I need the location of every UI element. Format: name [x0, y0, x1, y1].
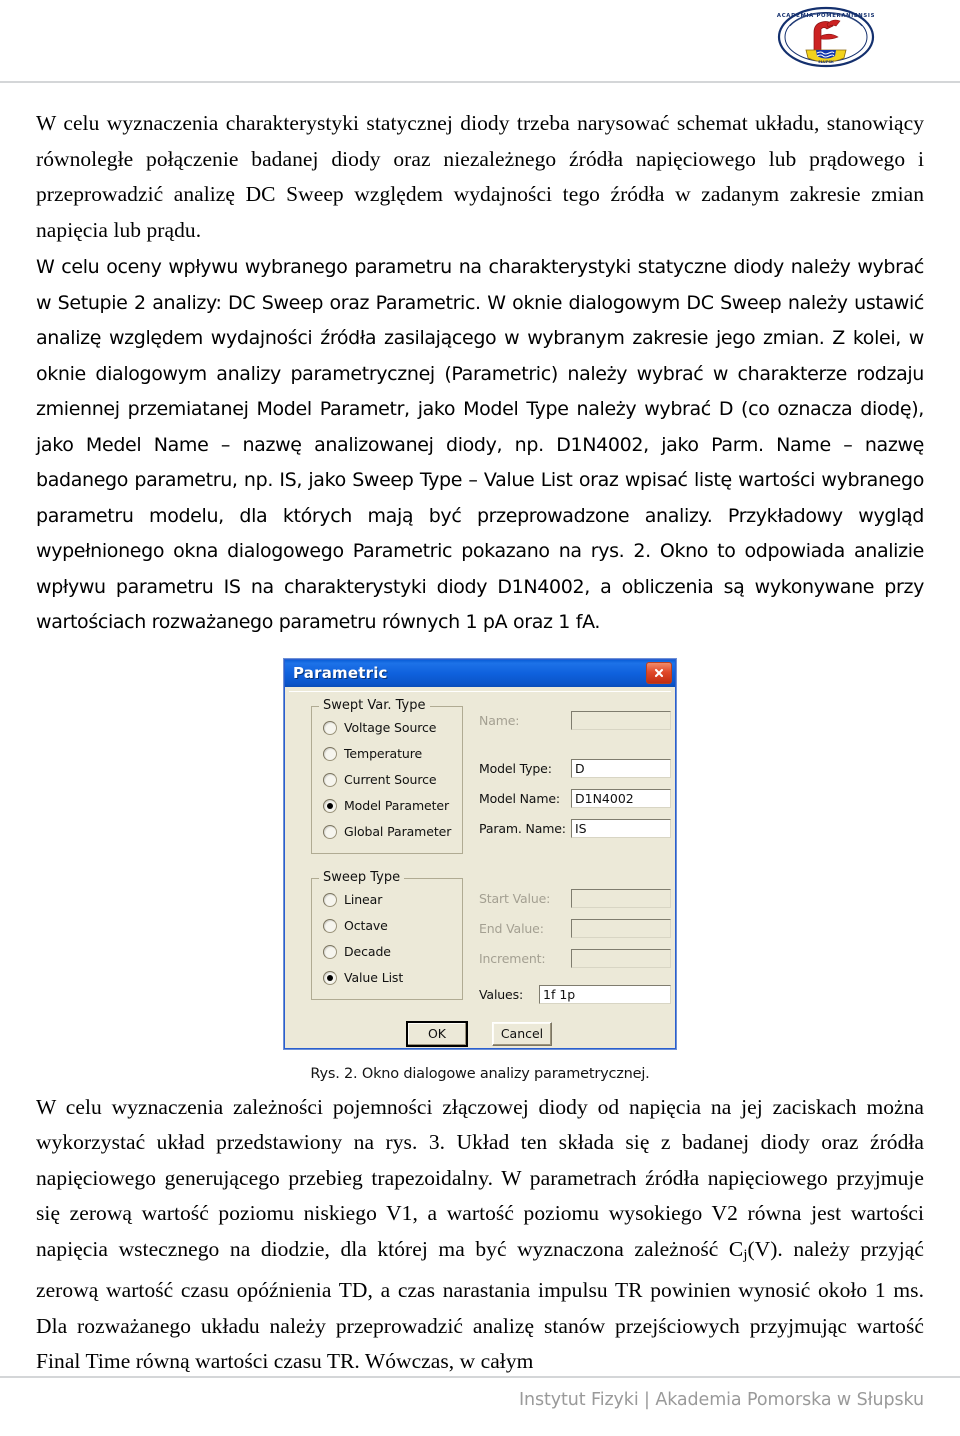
sweep-type-group: Sweep Type Linear Octave Decade Value Li… [311, 869, 463, 1000]
radio-model-parameter[interactable]: Model Parameter [312, 793, 462, 819]
swept-var-type-legend: Swept Var. Type [319, 697, 430, 713]
paragraph-3: W celu wyznaczenia zależności pojemności… [36, 1090, 924, 1380]
field-row-start-value: Start Value: [479, 888, 671, 909]
field-row-increment: Increment: [479, 948, 671, 969]
paragraph-2: W celu oceny wpływu wybranego parametru … [36, 256, 924, 633]
dialog-title: Parametric [293, 664, 388, 682]
radio-label: Octave [344, 918, 388, 933]
footer-divider [0, 1376, 960, 1378]
paragraph-1: W celu wyznaczenia charakterystyki staty… [36, 111, 924, 242]
param-name-input[interactable]: IS [571, 818, 671, 838]
page-footer: Instytut Fizyki | Akademia Pomorska w Sł… [0, 1376, 960, 1436]
model-type-input[interactable]: D [571, 758, 671, 778]
model-name-input[interactable]: D1N4002 [571, 788, 671, 808]
dialog-button-bar: OK Cancel [406, 1020, 552, 1047]
figure-caption: Rys. 2. Okno dialogowe analizy parametry… [310, 1065, 650, 1082]
name-input[interactable] [571, 710, 671, 730]
radio-icon [323, 892, 337, 907]
start-value-label: Start Value: [479, 890, 551, 906]
close-icon[interactable] [646, 662, 672, 684]
model-type-label: Model Type: [479, 760, 552, 776]
values-input[interactable]: 1f 1p [539, 984, 671, 1004]
dialog-titlebar: Parametric [285, 659, 675, 687]
model-name-label: Model Name: [479, 790, 560, 806]
radio-icon [323, 720, 337, 735]
radio-label: Decade [344, 944, 391, 959]
cancel-button[interactable]: Cancel [492, 1021, 552, 1046]
radio-icon [323, 944, 337, 959]
increment-label: Increment: [479, 950, 546, 966]
radio-label: Voltage Source [344, 720, 437, 735]
radio-label: Value List [344, 970, 404, 985]
radio-icon [323, 918, 337, 933]
radio-icon [323, 772, 337, 787]
svg-text:SLUPSK: SLUPSK [818, 60, 834, 64]
end-value-label: End Value: [479, 920, 544, 936]
swept-var-type-group: Swept Var. Type Voltage Source Temperatu… [311, 697, 463, 854]
page-header: ACADEMIA POMERANIENSIS SLUPSK [0, 0, 960, 86]
field-row-end-value: End Value: [479, 918, 671, 939]
dialog-body: Swept Var. Type Voltage Source Temperatu… [289, 690, 671, 1047]
values-label: Values: [479, 986, 524, 1002]
name-label: Name: [479, 712, 520, 728]
radio-label: Model Parameter [344, 798, 450, 813]
svg-text:ACADEMIA POMERANIENSIS: ACADEMIA POMERANIENSIS [777, 13, 875, 19]
close-x-glyph [654, 668, 664, 678]
university-logo: ACADEMIA POMERANIENSIS SLUPSK [770, 6, 882, 68]
start-value-input[interactable] [571, 888, 671, 908]
radio-decade[interactable]: Decade [312, 939, 462, 965]
field-row-model-type: Model Type: D [479, 758, 671, 779]
radio-icon [323, 798, 337, 813]
radio-voltage-source[interactable]: Voltage Source [312, 715, 462, 741]
radio-label: Global Parameter [344, 824, 452, 839]
end-value-input[interactable] [571, 918, 671, 938]
radio-temperature[interactable]: Temperature [312, 741, 462, 767]
radio-current-source[interactable]: Current Source [312, 767, 462, 793]
figure-2: Parametric Swept Var. Type Voltage Sourc… [36, 658, 924, 1082]
radio-label: Temperature [344, 746, 423, 761]
radio-icon [323, 824, 337, 839]
radio-value-list[interactable]: Value List [312, 965, 462, 991]
radio-octave[interactable]: Octave [312, 913, 462, 939]
radio-label: Current Source [344, 772, 437, 787]
param-name-label: Param. Name: [479, 820, 566, 836]
radio-label: Linear [344, 892, 383, 907]
radio-icon [323, 746, 337, 761]
radio-global-parameter[interactable]: Global Parameter [312, 819, 462, 845]
field-row-model-name: Model Name: D1N4002 [479, 788, 671, 809]
field-row-values: Values: 1f 1p [479, 984, 671, 1005]
ok-button[interactable]: OK [406, 1020, 468, 1047]
academia-pomeraniensis-crest-icon: ACADEMIA POMERANIENSIS SLUPSK [777, 6, 875, 68]
field-row-name: Name: [479, 710, 671, 731]
sweep-type-legend: Sweep Type [319, 869, 405, 885]
parametric-dialog: Parametric Swept Var. Type Voltage Sourc… [284, 658, 676, 1049]
document-content: W celu wyznaczenia charakterystyki staty… [36, 106, 924, 1382]
footer-institution-text: Instytut Fizyki | Akademia Pomorska w Sł… [518, 1390, 924, 1410]
increment-input[interactable] [571, 948, 671, 968]
radio-icon [323, 970, 337, 985]
field-row-param-name: Param. Name: IS [479, 818, 671, 839]
radio-linear[interactable]: Linear [312, 887, 462, 913]
header-divider [0, 81, 960, 83]
